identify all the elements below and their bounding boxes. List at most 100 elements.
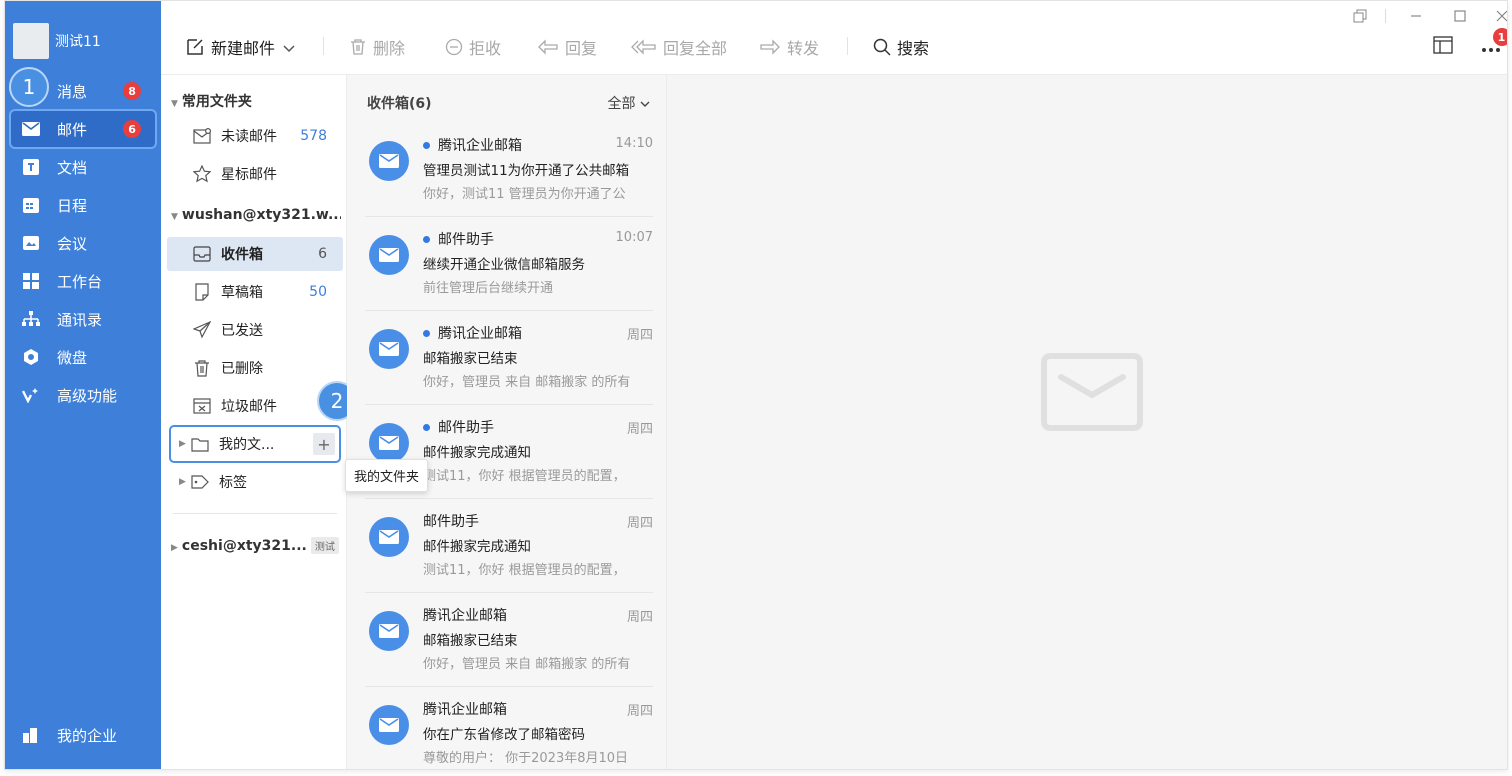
reply-all-button[interactable]: 回复全部 (631, 34, 727, 60)
mail-avatar-icon (369, 235, 409, 275)
rail-item-mail[interactable]: 邮件 6 (9, 109, 157, 149)
mail-avatar-icon (369, 423, 409, 463)
add-folder-button[interactable]: + (313, 433, 335, 455)
mail-preview: 你好，管理员 来自 邮箱搬家 的所有 (423, 657, 631, 672)
mail-item[interactable]: 腾讯企业邮箱 周四 你在广东省修改了邮箱密码 尊敬的用户： 你于2023年8月10日 (365, 687, 653, 769)
rail-item-workbench[interactable]: 工作台 (11, 263, 155, 299)
rail-item-contacts[interactable]: 通讯录 (11, 301, 155, 337)
mail-avatar-icon (369, 705, 409, 745)
mail-preview: 尊敬的用户： 你于2023年8月10日 (423, 751, 629, 766)
account-header-ceshi[interactable]: ▶ ceshi@xty321... 测试 (171, 537, 339, 554)
doc-icon (21, 157, 41, 177)
mail-from-row: 腾讯企业邮箱 (423, 323, 522, 343)
trash-icon (193, 359, 211, 377)
mail-sender: 腾讯企业邮箱 (423, 608, 507, 624)
folder-junk[interactable]: 垃圾邮件 (167, 389, 343, 423)
search-button[interactable]: 搜索 (873, 34, 929, 60)
unread-mail-icon (193, 127, 211, 145)
rail-item-label: 工作台 (57, 272, 103, 291)
folder-label: 我的文... (219, 437, 275, 453)
folder-drafts[interactable]: 草稿箱 50 (167, 275, 343, 309)
chevron-down-icon[interactable] (283, 38, 295, 57)
reply-icon (537, 38, 559, 56)
folder-inbox[interactable]: 收件箱 6 (167, 237, 343, 271)
folder-count: 6 (318, 246, 327, 262)
close-icon[interactable] (1493, 7, 1507, 25)
layout-toggle-button[interactable] (1433, 34, 1453, 60)
rail-item-meeting[interactable]: 会议 (11, 225, 155, 261)
rail-item-calendar[interactable]: 日程 (11, 187, 155, 223)
caret-down-icon: ▼ (171, 212, 178, 222)
rail-item-drive[interactable]: 微盘 (11, 339, 155, 375)
list-filter-dropdown[interactable]: 全部 (608, 93, 650, 113)
mail-item[interactable]: 邮件助手 10:07 继续开通企业微信邮箱服务 前往管理后台继续开通 (365, 217, 653, 311)
user-profile[interactable]: 测试11 (13, 23, 101, 59)
mail-subject: 邮件搬家完成通知 (423, 445, 531, 461)
mail-preview: 测试11，你好 根据管理员的配置， (423, 563, 626, 578)
folder-tags[interactable]: ▶ 标签 (171, 465, 347, 499)
delete-button[interactable]: 删除 (349, 34, 405, 60)
folder-label: 草稿箱 (221, 285, 263, 301)
folder-deleted[interactable]: 已删除 (167, 351, 343, 385)
maximize-icon[interactable] (1451, 7, 1469, 25)
account-header-wushan[interactable]: ▼ wushan@xty321.w... (171, 207, 341, 223)
mail-subject: 管理员测试11为你开通了公共邮箱 (423, 163, 630, 179)
mail-subject: 继续开通企业微信邮箱服务 (423, 257, 585, 273)
star-icon (193, 165, 211, 183)
mail-item[interactable]: 腾讯企业邮箱 14:10 管理员测试11为你开通了公共邮箱 你好，测试11 管理员为你… (365, 123, 653, 217)
caret-down-icon: ▼ (171, 99, 178, 109)
mail-from-row: 邮件助手 (423, 417, 494, 437)
mail-from-row: 邮件助手 (423, 229, 494, 249)
mail-avatar-icon (369, 611, 409, 651)
group-title: 常用文件夹 (181, 94, 252, 110)
caret-right-icon[interactable]: ▶ (179, 439, 186, 449)
toolbar-divider (323, 37, 324, 55)
folder-sent[interactable]: 已发送 (167, 313, 343, 347)
caret-right-icon[interactable]: ▶ (179, 477, 186, 487)
mail-item[interactable]: 腾讯企业邮箱 周四 邮箱搬家已结束 你好，管理员 来自 邮箱搬家 的所有 (365, 593, 653, 687)
rail-item-label: 文档 (57, 158, 88, 177)
unread-dot-icon (423, 235, 430, 243)
mail-time: 周四 (626, 610, 653, 625)
meeting-icon (21, 233, 41, 253)
rail-item-advanced[interactable]: 高级功能 (11, 377, 155, 413)
notification-badge: 1 (1493, 28, 1507, 46)
mail-item[interactable]: 邮件助手 周四 邮件搬家完成通知 测试11，你好 根据管理员的配置， (365, 499, 653, 593)
left-rail: 测试11 消息 8 邮件 6 文档 日程 会议 工作台 通讯录 微盘 高级功能 … (5, 1, 161, 769)
folder-label: 已删除 (221, 361, 263, 377)
mail-avatar-icon (369, 517, 409, 557)
mail-from-row: 邮件助手 (423, 511, 479, 531)
empty-envelope-icon (1041, 353, 1143, 435)
block-icon (445, 38, 463, 56)
rail-item-docs[interactable]: 文档 (11, 149, 155, 185)
calendar-icon (21, 195, 41, 215)
rail-item-my-company[interactable]: 我的企业 (11, 717, 155, 753)
compose-button[interactable]: 新建邮件 (185, 34, 295, 60)
tag-icon (191, 473, 209, 491)
folder-label: 标签 (219, 475, 247, 491)
folder-unread[interactable]: 未读邮件 578 (167, 119, 343, 153)
reject-button[interactable]: 拒收 (445, 34, 501, 60)
forward-button[interactable]: 转发 (759, 34, 819, 60)
mail-sender: 腾讯企业邮箱 (423, 702, 507, 718)
reply-all-icon (631, 38, 657, 56)
search-label: 搜索 (897, 39, 930, 58)
folder-my-folders[interactable]: ▶ 我的文... + (169, 425, 341, 463)
pin-window-icon[interactable] (1351, 7, 1369, 25)
mail-from-row: 腾讯企业邮箱 (423, 699, 507, 719)
reading-pane (667, 75, 1507, 769)
compose-icon (185, 37, 205, 57)
mail-subject: 邮箱搬家已结束 (423, 351, 518, 367)
account-name: ceshi@xty321... (181, 538, 307, 554)
reply-button[interactable]: 回复 (537, 34, 597, 60)
tooltip: 我的文件夹 (345, 459, 429, 492)
mail-subject: 邮件搬家完成通知 (423, 539, 531, 555)
minimize-icon[interactable] (1407, 7, 1425, 25)
compose-label: 新建邮件 (211, 39, 276, 58)
common-folders-header[interactable]: ▼ 常用文件夹 (171, 91, 252, 111)
folder-starred[interactable]: 星标邮件 (167, 157, 343, 191)
more-button[interactable]: 1 (1481, 28, 1507, 60)
mail-from-row: 腾讯企业邮箱 (423, 605, 507, 625)
avatar[interactable] (13, 23, 49, 59)
mail-item[interactable]: 腾讯企业邮箱 周四 邮箱搬家已结束 你好，管理员 来自 邮箱搬家 的所有 (365, 311, 653, 405)
